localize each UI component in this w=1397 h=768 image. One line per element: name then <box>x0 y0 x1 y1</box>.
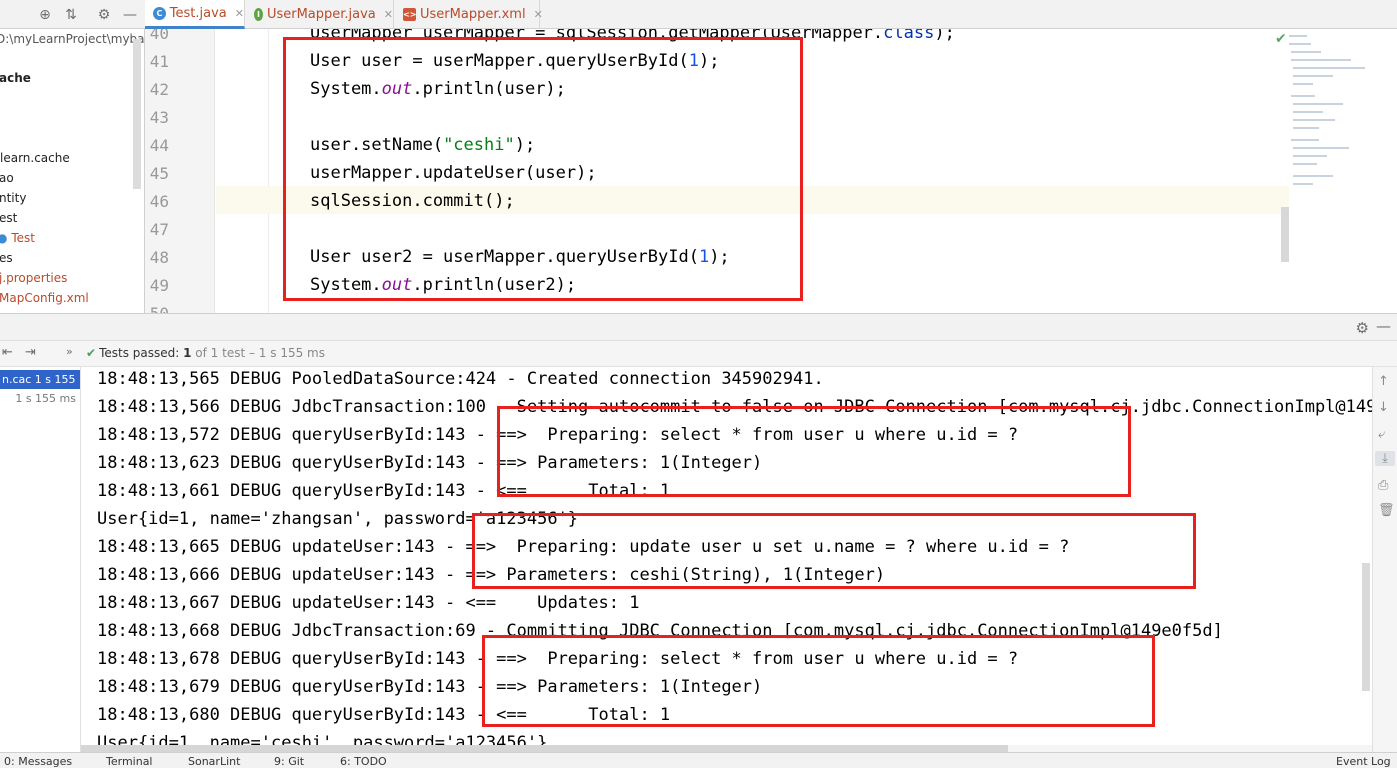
console-horizontal-scrollbar[interactable] <box>81 745 1372 752</box>
test-tree: n.cac 1 s 155 ms 1 s 155 ms <box>0 367 81 752</box>
indent-guide <box>268 29 269 313</box>
tool-window-bar: 0: Messages Terminal SonarLint 9: Git 6:… <box>0 752 1397 768</box>
console-line: 18:48:13,565 DEBUG PooledDataSource:424 … <box>97 369 824 389</box>
tab-label: UserMapper.xml <box>420 7 526 22</box>
line-number: 47 <box>149 220 169 239</box>
horizontal-scroll-thumb[interactable] <box>81 745 1008 752</box>
terminal-tab[interactable]: Terminal <box>106 755 153 768</box>
locate-icon[interactable]: ⊕ <box>35 5 55 25</box>
print-icon[interactable]: ⎙ <box>1378 478 1388 493</box>
console-line: 18:48:13,667 DEBUG updateUser:143 - <== … <box>97 593 640 613</box>
project-item[interactable]: est <box>0 211 17 225</box>
project-panel: D:\myLearnProject\mybatis ache learn.cac… <box>0 29 145 313</box>
more-icon[interactable]: » <box>66 345 73 358</box>
project-item[interactable]: learn.cache <box>0 151 70 165</box>
line-number: 50 <box>145 304 169 313</box>
xml-file-icon: <> <box>403 8 417 21</box>
tab-label: UserMapper.java <box>266 7 376 22</box>
annotation-box-update <box>472 513 1196 589</box>
tests-passed-label: Tests passed: <box>99 346 180 360</box>
annotation-box-query-2 <box>482 635 1155 727</box>
tab-label: Test.java <box>169 5 227 21</box>
project-item[interactable]: ache <box>0 71 31 85</box>
scroll-to-end-icon[interactable]: ⤓ <box>1375 451 1395 466</box>
collapse-all-icon[interactable]: ⇅ <box>61 5 81 25</box>
annotation-box-code <box>283 37 803 301</box>
project-item[interactable]: ntity <box>0 191 26 205</box>
close-icon[interactable]: ✕ <box>384 8 393 21</box>
collapse-all-icon[interactable]: ⇥ <box>25 345 36 360</box>
line-gutter: 40 41 42 43 44 45 46 47 48 49 50 <box>145 29 215 313</box>
project-item-test[interactable]: ● Test <box>0 231 35 245</box>
tab-test-java[interactable]: C Test.java ✕ <box>145 0 245 29</box>
editor-tab-bar: ⊕ ⇅ ⚙ — C Test.java ✕ I UserMapper.java … <box>0 0 1397 29</box>
expand-all-icon[interactable]: ⇤ <box>2 345 13 360</box>
code-token: ); <box>934 29 955 43</box>
tab-usermapper-xml[interactable]: <> UserMapper.xml ✕ <box>395 0 543 29</box>
gear-icon[interactable]: ⚙ <box>1356 319 1369 337</box>
java-interface-icon: I <box>254 8 263 21</box>
up-arrow-icon[interactable]: ↑ <box>1378 374 1389 389</box>
test-class-icon: ● <box>0 231 7 245</box>
trash-icon[interactable]: 🗑 <box>1378 503 1395 518</box>
check-icon: ✔ <box>86 346 97 360</box>
console-side-toolbar: ↑ ↓ ⤶ ⤓ ⎙ 🗑 <box>1372 367 1397 752</box>
line-number: 41 <box>149 52 169 71</box>
tests-passed-detail: of 1 test – 1 s 155 ms <box>195 346 325 360</box>
line-number: 45 <box>149 164 169 183</box>
close-icon[interactable]: ✕ <box>534 8 543 21</box>
tests-status: ✔ Tests passed: 1 of 1 test – 1 s 155 ms <box>86 346 325 360</box>
down-arrow-icon[interactable]: ↓ <box>1378 400 1389 415</box>
project-item[interactable]: MapConfig.xml <box>0 291 89 305</box>
java-class-icon: C <box>153 6 166 20</box>
run-toolbar: ⇤ ⇥ » ✔ Tests passed: 1 of 1 test – 1 s 1… <box>0 341 1397 367</box>
run-panel-header: ⚙ — <box>0 313 1397 341</box>
code-token: class <box>883 29 935 43</box>
event-log-tab[interactable]: Event Log <box>1336 755 1391 768</box>
line-number: 48 <box>149 248 169 267</box>
project-path: D:\myLearnProject\mybatis <box>0 32 144 46</box>
line-number: 46 <box>149 192 169 211</box>
test-tree-item-selected[interactable]: n.cac 1 s 155 ms <box>0 370 80 389</box>
gear-icon[interactable]: ⚙ <box>94 5 114 25</box>
test-tree-item-time[interactable]: 1 s 155 ms <box>15 392 76 405</box>
sonarlint-tab[interactable]: SonarLint <box>188 755 240 768</box>
line-number: 43 <box>149 108 169 127</box>
minimize-icon[interactable]: — <box>1376 317 1391 335</box>
line-number: 44 <box>149 136 169 155</box>
close-icon[interactable]: ✕ <box>235 7 244 20</box>
code-minimap[interactable] <box>1285 29 1397 313</box>
project-item[interactable]: ao <box>0 171 14 185</box>
line-number: 49 <box>149 276 169 295</box>
project-item[interactable]: j.properties <box>0 271 67 285</box>
git-tab[interactable]: 9: Git <box>274 755 304 768</box>
todo-tab[interactable]: 6: TODO <box>340 755 387 768</box>
tests-passed-count: 1 <box>183 346 192 360</box>
messages-tab[interactable]: 0: Messages <box>4 755 72 768</box>
soft-wrap-icon[interactable]: ⤶ <box>1378 427 1385 442</box>
line-number: 40 <box>149 29 169 43</box>
tab-usermapper-java[interactable]: I UserMapper.java ✕ <box>246 0 394 29</box>
project-item[interactable]: es <box>0 251 13 265</box>
hide-panel-icon[interactable]: — <box>120 5 140 25</box>
line-number: 42 <box>149 80 169 99</box>
project-scrollbar[interactable] <box>133 39 141 189</box>
console-scrollbar[interactable] <box>1362 563 1370 691</box>
annotation-box-query-1 <box>497 406 1131 497</box>
